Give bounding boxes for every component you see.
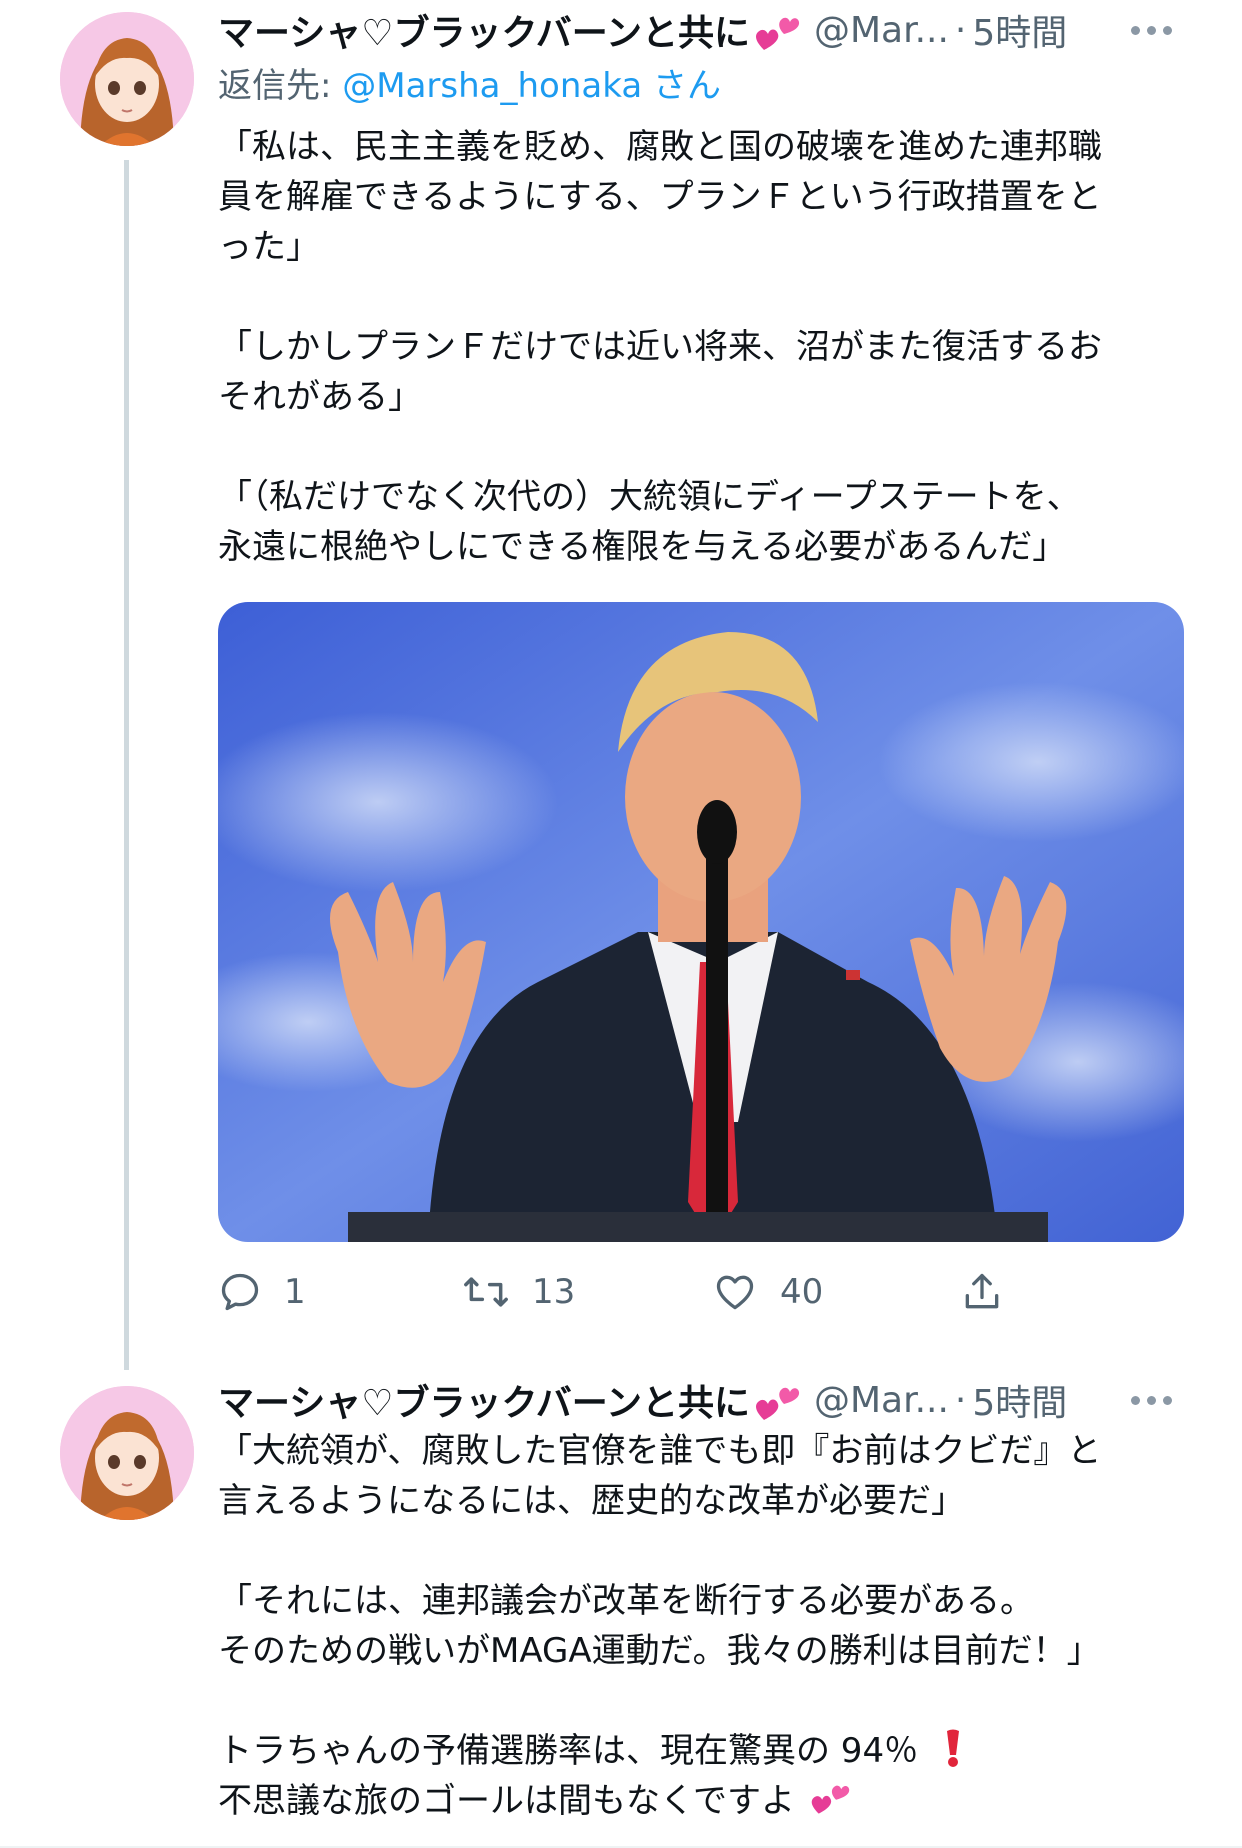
text-line: 「大統領が、腐敗した官僚を誰でも即『お前はクビだ』と bbox=[218, 1431, 1102, 1471]
reply-icon bbox=[218, 1270, 262, 1314]
handle[interactable]: @Mar... bbox=[814, 1380, 949, 1421]
tweet-paragraph: 「私は、民主主義を貶め、腐敗と国の破壊を進めた連邦職 員を解雇できるようにする、… bbox=[218, 122, 1184, 272]
tweet-text: 「私は、民主主義を貶め、腐敗と国の破壊を進めた連邦職 員を解雇できるようにする、… bbox=[218, 122, 1184, 572]
display-name[interactable]: マーシャ♡ブラックバーンと共に bbox=[218, 4, 750, 56]
thread-line bbox=[124, 160, 129, 1370]
tweet-actions: 1 13 40 bbox=[218, 1262, 1184, 1322]
display-name[interactable]: マーシャ♡ブラックバーンと共に bbox=[218, 1374, 750, 1426]
two-hearts-emoji bbox=[754, 1382, 800, 1422]
tweet-content: マーシャ♡ブラックバーンと共に @Mar... · 5時間 「大統領が、腐敗した… bbox=[218, 1370, 1184, 1826]
tweet-text: 「大統領が、腐敗した官僚を誰でも即『お前はクビだ』と 言えるようになるには、歴史… bbox=[218, 1426, 1184, 1826]
two-hearts-emoji bbox=[754, 12, 800, 52]
like-button[interactable]: 40 bbox=[712, 1270, 823, 1314]
text-line: 永遠に根絶やしにできる権限を与える必要があるんだ」 bbox=[218, 527, 1067, 567]
tweet-photo[interactable] bbox=[218, 602, 1184, 1242]
avatar[interactable] bbox=[60, 1386, 194, 1520]
handle[interactable]: @Mar... bbox=[814, 10, 949, 51]
more-icon[interactable] bbox=[1131, 25, 1172, 35]
retweet-button[interactable]: 13 bbox=[462, 1270, 575, 1314]
tweet-content: マーシャ♡ブラックバーンと共に @Mar... · 5時間 返信先: @Mars… bbox=[218, 0, 1184, 1312]
text-line-content: トラちゃんの予備選勝率は、現在驚異の 94％ bbox=[218, 1731, 919, 1771]
timestamp[interactable]: 5時間 bbox=[972, 4, 1067, 56]
reply-to-prefix: 返信先: bbox=[218, 66, 343, 106]
more-icon[interactable] bbox=[1131, 1395, 1172, 1405]
text-line: そのための戦いがMAGA運動だ。我々の勝利は目前だ！」 bbox=[218, 1631, 1101, 1671]
text-line: 「それには、連邦議会が改革を断行する必要がある。 bbox=[218, 1581, 1034, 1621]
red-exclamation-emoji bbox=[933, 1728, 973, 1768]
tweet[interactable]: マーシャ♡ブラックバーンと共に @Mar... · 5時間 返信先: @Mars… bbox=[0, 0, 1242, 1380]
reply-count: 1 bbox=[284, 1272, 306, 1312]
timestamp[interactable]: 5時間 bbox=[972, 1374, 1067, 1426]
tweet-paragraph: 「大統領が、腐敗した官僚を誰でも即『お前はクビだ』と 言えるようになるには、歴史… bbox=[218, 1426, 1184, 1526]
text-line: 「（私だけでなく次代の）大統領にディープステートを、 bbox=[218, 477, 1081, 517]
tweet-header: マーシャ♡ブラックバーンと共に @Mar... · 5時間 bbox=[218, 1370, 1184, 1430]
heart-icon bbox=[712, 1270, 758, 1314]
share-icon bbox=[960, 1270, 1004, 1314]
avatar[interactable] bbox=[60, 12, 194, 146]
reply-to-handle-link[interactable]: @Marsha_honaka bbox=[342, 66, 642, 106]
reply-to: 返信先: @Marsha_honaka さん bbox=[218, 60, 1184, 112]
tweet-paragraph: 「それには、連邦議会が改革を断行する必要がある。 そのための戦いがMAGA運動だ… bbox=[218, 1576, 1184, 1676]
tweet-paragraph: 「しかしプランＦだけでは近い将来、沼がまた復活するお それがある」 bbox=[218, 322, 1184, 422]
tweet-header: マーシャ♡ブラックバーンと共に @Mar... · 5時間 bbox=[218, 0, 1184, 60]
text-line: それがある」 bbox=[218, 377, 422, 417]
text-line: 「しかしプランＦだけでは近い将来、沼がまた復活するお bbox=[218, 327, 1102, 367]
text-line: 「私は、民主主義を貶め、腐敗と国の破壊を進めた連邦職 bbox=[218, 127, 1102, 167]
text-line: 員を解雇できるようにする、プランＦという行政措置をと bbox=[218, 177, 1102, 217]
reply-button[interactable]: 1 bbox=[218, 1270, 306, 1314]
separator: · bbox=[954, 9, 967, 51]
reply-to-suffix: さん bbox=[642, 66, 721, 106]
text-line: 不思議な旅のゴールは間もなくですよ bbox=[218, 1776, 1184, 1826]
retweet-icon bbox=[462, 1270, 510, 1314]
like-count: 40 bbox=[780, 1272, 824, 1312]
text-line: トラちゃんの予備選勝率は、現在驚異の 94％ bbox=[218, 1726, 1184, 1776]
tweet-paragraph: トラちゃんの予備選勝率は、現在驚異の 94％ 不思議な旅のゴールは間もなくですよ bbox=[218, 1726, 1184, 1826]
text-line: った」 bbox=[218, 227, 320, 267]
text-line-content: 不思議な旅のゴールは間もなくですよ bbox=[218, 1781, 795, 1821]
share-button[interactable] bbox=[960, 1270, 1004, 1314]
retweet-count: 13 bbox=[532, 1272, 576, 1312]
text-line: 言えるようになるには、歴史的な改革が必要だ」 bbox=[218, 1481, 965, 1521]
tweet-paragraph: 「（私だけでなく次代の）大統領にディープステートを、 永遠に根絶やしにできる権限… bbox=[218, 472, 1184, 572]
two-hearts-emoji bbox=[810, 1778, 850, 1818]
tweet[interactable]: マーシャ♡ブラックバーンと共に @Mar... · 5時間 「大統領が、腐敗した… bbox=[0, 1370, 1242, 1848]
separator: · bbox=[954, 1379, 967, 1421]
